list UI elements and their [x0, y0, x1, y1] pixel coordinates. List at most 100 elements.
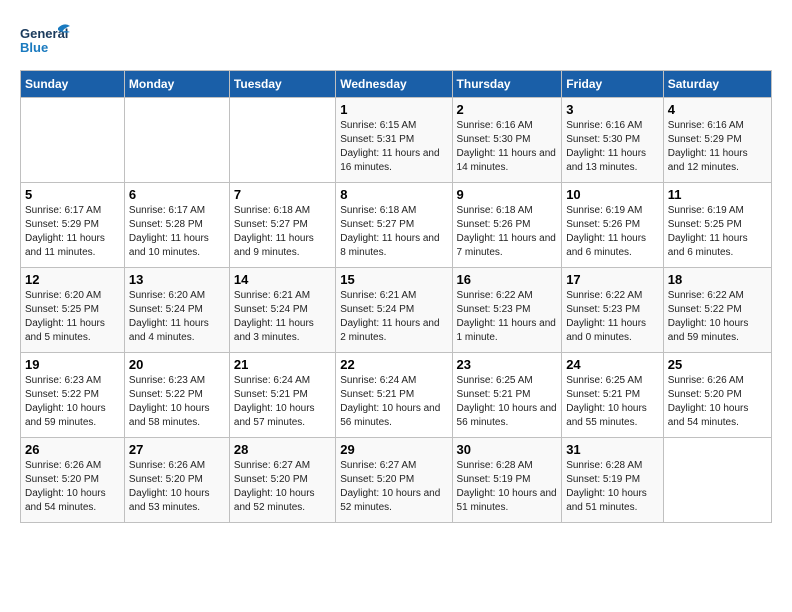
day-info: Sunrise: 6:27 AM Sunset: 5:20 PM Dayligh…	[234, 459, 331, 515]
day-cell: 30Sunrise: 6:28 AM Sunset: 5:19 PM Dayli…	[452, 438, 562, 523]
day-info: Sunrise: 6:19 AM Sunset: 5:25 PM Dayligh…	[668, 204, 767, 260]
day-cell	[21, 98, 125, 183]
day-number: 19	[25, 357, 120, 372]
day-number: 21	[234, 357, 331, 372]
day-info: Sunrise: 6:16 AM Sunset: 5:30 PM Dayligh…	[457, 119, 558, 175]
weekday-header-tuesday: Tuesday	[229, 71, 335, 98]
day-number: 28	[234, 442, 331, 457]
day-number: 24	[566, 357, 659, 372]
weekday-header-thursday: Thursday	[452, 71, 562, 98]
weekday-header-wednesday: Wednesday	[336, 71, 452, 98]
day-number: 12	[25, 272, 120, 287]
weekday-header-saturday: Saturday	[663, 71, 771, 98]
day-number: 17	[566, 272, 659, 287]
week-row-1: 1 Sunrise: 6:15 AM Sunset: 5:31 PM Daylig…	[21, 98, 772, 183]
day-number: 26	[25, 442, 120, 457]
weekday-header-friday: Friday	[562, 71, 664, 98]
day-info: Sunrise: 6:17 AM Sunset: 5:28 PM Dayligh…	[129, 204, 225, 260]
day-number: 13	[129, 272, 225, 287]
day-info: Sunrise: 6:16 AM Sunset: 5:29 PM Dayligh…	[668, 119, 767, 175]
day-info: Sunrise: 6:26 AM Sunset: 5:20 PM Dayligh…	[129, 459, 225, 515]
day-number: 8	[340, 187, 447, 202]
day-info: Sunrise: 6:18 AM Sunset: 5:27 PM Dayligh…	[340, 204, 447, 260]
day-info: Sunrise: 6:28 AM Sunset: 5:19 PM Dayligh…	[457, 459, 558, 515]
day-info: Sunrise: 6:24 AM Sunset: 5:21 PM Dayligh…	[340, 374, 447, 430]
day-info: Sunrise: 6:22 AM Sunset: 5:22 PM Dayligh…	[668, 289, 767, 345]
day-cell: 7 Sunrise: 6:18 AM Sunset: 5:27 PM Daylig…	[229, 183, 335, 268]
day-cell: 12 Sunrise: 6:20 AM Sunset: 5:25 PM Dayli…	[21, 268, 125, 353]
weekday-header-row: SundayMondayTuesdayWednesdayThursdayFrid…	[21, 71, 772, 98]
day-cell: 28 Sunrise: 6:27 AM Sunset: 5:20 PM Dayli…	[229, 438, 335, 523]
day-number: 10	[566, 187, 659, 202]
day-number: 11	[668, 187, 767, 202]
day-cell: 29 Sunrise: 6:27 AM Sunset: 5:20 PM Dayli…	[336, 438, 452, 523]
day-number: 22	[340, 357, 447, 372]
day-cell: 19 Sunrise: 6:23 AM Sunset: 5:22 PM Dayli…	[21, 353, 125, 438]
day-cell	[663, 438, 771, 523]
day-cell: 10Sunrise: 6:19 AM Sunset: 5:26 PM Dayli…	[562, 183, 664, 268]
day-info: Sunrise: 6:22 AM Sunset: 5:23 PM Dayligh…	[566, 289, 659, 345]
day-number: 18	[668, 272, 767, 287]
day-info: Sunrise: 6:15 AM Sunset: 5:31 PM Dayligh…	[340, 119, 447, 175]
day-info: Sunrise: 6:27 AM Sunset: 5:20 PM Dayligh…	[340, 459, 447, 515]
day-cell: 18 Sunrise: 6:22 AM Sunset: 5:22 PM Dayli…	[663, 268, 771, 353]
day-number: 31	[566, 442, 659, 457]
day-cell: 20Sunrise: 6:23 AM Sunset: 5:22 PM Dayli…	[124, 353, 229, 438]
day-number: 29	[340, 442, 447, 457]
day-number: 15	[340, 272, 447, 287]
day-info: Sunrise: 6:17 AM Sunset: 5:29 PM Dayligh…	[25, 204, 120, 260]
day-info: Sunrise: 6:18 AM Sunset: 5:27 PM Dayligh…	[234, 204, 331, 260]
day-cell: 27 Sunrise: 6:26 AM Sunset: 5:20 PM Dayli…	[124, 438, 229, 523]
day-cell: 23Sunrise: 6:25 AM Sunset: 5:21 PM Dayli…	[452, 353, 562, 438]
day-info: Sunrise: 6:16 AM Sunset: 5:30 PM Dayligh…	[566, 119, 659, 175]
day-info: Sunrise: 6:26 AM Sunset: 5:20 PM Dayligh…	[668, 374, 767, 430]
day-info: Sunrise: 6:20 AM Sunset: 5:25 PM Dayligh…	[25, 289, 120, 345]
day-number: 14	[234, 272, 331, 287]
day-cell: 25 Sunrise: 6:26 AM Sunset: 5:20 PM Dayli…	[663, 353, 771, 438]
day-number: 5	[25, 187, 120, 202]
day-number: 27	[129, 442, 225, 457]
day-cell: 31 Sunrise: 6:28 AM Sunset: 5:19 PM Dayli…	[562, 438, 664, 523]
week-row-3: 12 Sunrise: 6:20 AM Sunset: 5:25 PM Dayli…	[21, 268, 772, 353]
day-cell: 21 Sunrise: 6:24 AM Sunset: 5:21 PM Dayli…	[229, 353, 335, 438]
day-info: Sunrise: 6:24 AM Sunset: 5:21 PM Dayligh…	[234, 374, 331, 430]
day-number: 6	[129, 187, 225, 202]
week-row-5: 26 Sunrise: 6:26 AM Sunset: 5:20 PM Dayli…	[21, 438, 772, 523]
day-number: 1	[340, 102, 447, 117]
day-cell: 17 Sunrise: 6:22 AM Sunset: 5:23 PM Dayli…	[562, 268, 664, 353]
week-row-4: 19 Sunrise: 6:23 AM Sunset: 5:22 PM Dayli…	[21, 353, 772, 438]
day-number: 16	[457, 272, 558, 287]
weekday-header-monday: Monday	[124, 71, 229, 98]
day-info: Sunrise: 6:25 AM Sunset: 5:21 PM Dayligh…	[566, 374, 659, 430]
svg-text:Blue: Blue	[20, 40, 48, 55]
day-cell: 26Sunrise: 6:26 AM Sunset: 5:20 PM Dayli…	[21, 438, 125, 523]
week-row-2: 5 Sunrise: 6:17 AM Sunset: 5:29 PM Daylig…	[21, 183, 772, 268]
day-cell: 4Sunrise: 6:16 AM Sunset: 5:29 PM Daylig…	[663, 98, 771, 183]
weekday-header-sunday: Sunday	[21, 71, 125, 98]
day-info: Sunrise: 6:28 AM Sunset: 5:19 PM Dayligh…	[566, 459, 659, 515]
day-info: Sunrise: 6:25 AM Sunset: 5:21 PM Dayligh…	[457, 374, 558, 430]
day-info: Sunrise: 6:21 AM Sunset: 5:24 PM Dayligh…	[340, 289, 447, 345]
day-cell: 8 Sunrise: 6:18 AM Sunset: 5:27 PM Daylig…	[336, 183, 452, 268]
day-cell: 5 Sunrise: 6:17 AM Sunset: 5:29 PM Daylig…	[21, 183, 125, 268]
day-number: 7	[234, 187, 331, 202]
day-info: Sunrise: 6:22 AM Sunset: 5:23 PM Dayligh…	[457, 289, 558, 345]
day-cell	[124, 98, 229, 183]
logo: General Blue	[20, 20, 70, 60]
day-cell: 3Sunrise: 6:16 AM Sunset: 5:30 PM Daylig…	[562, 98, 664, 183]
day-info: Sunrise: 6:18 AM Sunset: 5:26 PM Dayligh…	[457, 204, 558, 260]
day-cell: 6 Sunrise: 6:17 AM Sunset: 5:28 PM Daylig…	[124, 183, 229, 268]
day-number: 2	[457, 102, 558, 117]
day-info: Sunrise: 6:23 AM Sunset: 5:22 PM Dayligh…	[25, 374, 120, 430]
day-info: Sunrise: 6:20 AM Sunset: 5:24 PM Dayligh…	[129, 289, 225, 345]
header: General Blue	[20, 20, 772, 60]
day-cell: 2 Sunrise: 6:16 AM Sunset: 5:30 PM Daylig…	[452, 98, 562, 183]
day-cell: 11 Sunrise: 6:19 AM Sunset: 5:25 PM Dayli…	[663, 183, 771, 268]
day-number: 25	[668, 357, 767, 372]
day-cell: 16 Sunrise: 6:22 AM Sunset: 5:23 PM Dayli…	[452, 268, 562, 353]
day-info: Sunrise: 6:21 AM Sunset: 5:24 PM Dayligh…	[234, 289, 331, 345]
day-cell: 1 Sunrise: 6:15 AM Sunset: 5:31 PM Daylig…	[336, 98, 452, 183]
day-cell: 9Sunrise: 6:18 AM Sunset: 5:26 PM Daylig…	[452, 183, 562, 268]
day-number: 20	[129, 357, 225, 372]
day-cell: 14 Sunrise: 6:21 AM Sunset: 5:24 PM Dayli…	[229, 268, 335, 353]
